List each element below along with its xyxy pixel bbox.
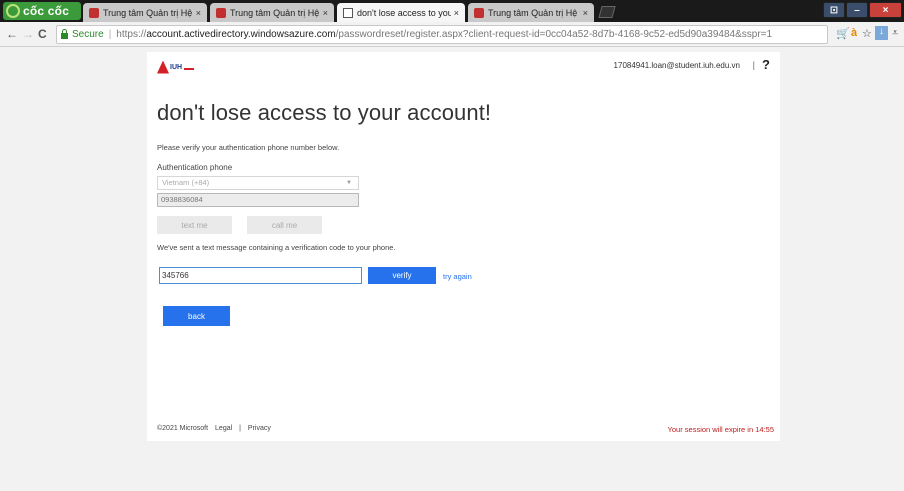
close-icon[interactable]: × <box>454 8 459 18</box>
brand-label: cốc cốc <box>23 4 70 18</box>
iuh-logo: IUH <box>157 60 195 74</box>
tab-label: Trung tâm Quản trị Hệ thố <box>103 7 193 18</box>
lock-icon <box>61 28 68 39</box>
close-icon[interactable]: × <box>196 8 201 18</box>
footer: ©2021 Microsoft Legal | Privacy <box>157 425 276 432</box>
close-window-button[interactable]: × <box>869 2 902 18</box>
favicon-icon <box>474 7 484 18</box>
phone-field: 0938836084 <box>157 193 359 207</box>
coccoc-a-icon[interactable]: à <box>851 27 857 39</box>
logo-underline <box>184 68 195 70</box>
url-scheme: https:// <box>116 29 147 40</box>
page-card: IUH 17084941.loan@student.iuh.edu.vn | ?… <box>147 52 780 441</box>
url-bar[interactable]: Secure | https:// account.activedirector… <box>56 25 828 44</box>
try-again-link[interactable]: try again <box>443 272 472 281</box>
logo-mark-icon <box>157 60 169 74</box>
call-me-button: call me <box>247 216 322 234</box>
menu-icon[interactable]: ⩡ <box>892 27 898 40</box>
coccoc-logo[interactable]: cốc cốc <box>3 2 81 20</box>
session-expire-text: Your session will expire in 14:55 <box>667 425 774 434</box>
sent-message: We've sent a text message containing a v… <box>157 243 396 252</box>
url-path: /passwordreset/register.aspx?client-requ… <box>335 29 773 40</box>
star-icon[interactable]: ☆ <box>862 27 872 40</box>
page-title: don't lose access to your account! <box>157 100 492 125</box>
verify-button[interactable]: verify <box>368 267 436 284</box>
close-icon[interactable]: × <box>323 8 328 18</box>
country-value: Vietnam (+84) <box>162 178 210 187</box>
forward-arrow-icon[interactable]: → <box>22 27 34 41</box>
back-arrow-icon[interactable]: ← <box>6 27 18 41</box>
header-separator: | <box>752 60 755 70</box>
tab-4[interactable]: Trung tâm Quản trị Hệ thố × <box>468 3 594 22</box>
document-icon <box>343 7 353 18</box>
new-tab-button[interactable] <box>598 6 616 18</box>
url-separator: | <box>108 29 112 40</box>
help-icon[interactable]: ? <box>762 57 770 72</box>
back-button[interactable]: back <box>163 306 230 326</box>
tab-label: Trung tâm Quản trị Hệ thố <box>230 7 320 18</box>
favicon-icon <box>216 7 226 18</box>
minimize-button[interactable]: – <box>846 2 868 18</box>
download-icon[interactable]: ↓ <box>875 26 888 40</box>
coccoc-icon <box>6 4 20 18</box>
country-select: Vietnam (+84) ▼ <box>157 176 359 190</box>
window-menu-button[interactable]: ⊡ <box>823 2 845 18</box>
text-me-button: text me <box>157 216 232 234</box>
tab-label: don't lose access to your a <box>357 7 451 18</box>
close-icon[interactable]: × <box>583 8 588 18</box>
tab-label: Trung tâm Quản trị Hệ thố <box>488 7 580 18</box>
tab-2[interactable]: Trung tâm Quản trị Hệ thố × <box>210 3 334 22</box>
verification-code-input[interactable]: 345766 <box>159 267 362 284</box>
auth-phone-label: Authentication phone <box>157 163 233 172</box>
legal-link[interactable]: Legal <box>215 425 232 432</box>
user-email[interactable]: 17084941.loan@student.iuh.edu.vn <box>614 61 740 70</box>
address-bar-row: ← → C Secure | https:// account.activedi… <box>0 22 904 47</box>
logo-text: IUH <box>170 63 183 71</box>
secure-label: Secure <box>72 29 104 40</box>
copyright-text: ©2021 Microsoft <box>157 425 209 432</box>
chevron-down-icon: ▼ <box>346 180 352 186</box>
footer-separator: | <box>239 425 241 432</box>
browser-titlebar: cốc cốc Trung tâm Quản trị Hệ thố × Trun… <box>0 0 904 22</box>
tab-1[interactable]: Trung tâm Quản trị Hệ thố × <box>83 3 207 22</box>
privacy-link[interactable]: Privacy <box>248 425 271 432</box>
instruction-text: Please verify your authentication phone … <box>157 143 340 152</box>
url-host: account.activedirectory.windowsazure.com <box>146 29 336 40</box>
favicon-icon <box>89 7 99 18</box>
tab-active[interactable]: don't lose access to your a × <box>337 3 465 22</box>
cart-icon[interactable]: 🛒 <box>836 27 850 40</box>
reload-icon[interactable]: C <box>38 27 47 41</box>
